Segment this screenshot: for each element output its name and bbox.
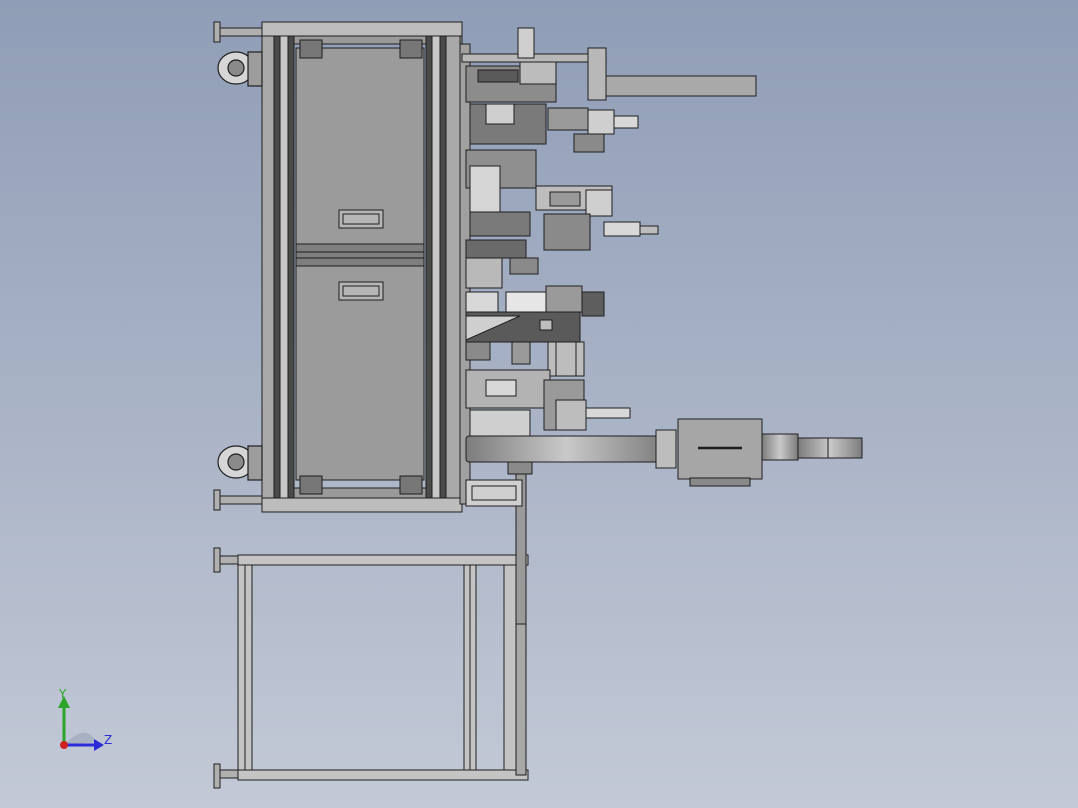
upper-door-handle: [338, 209, 384, 229]
z-axis-label: Z: [104, 733, 112, 747]
lower-door-handle: [338, 281, 384, 301]
x-axis-dot: [60, 741, 68, 749]
cad-model-viewport[interactable]: Y Z: [0, 0, 1078, 808]
y-axis-label: Y: [58, 687, 67, 701]
main-cabinet[interactable]: [261, 21, 463, 513]
main-shaft: [465, 435, 667, 463]
